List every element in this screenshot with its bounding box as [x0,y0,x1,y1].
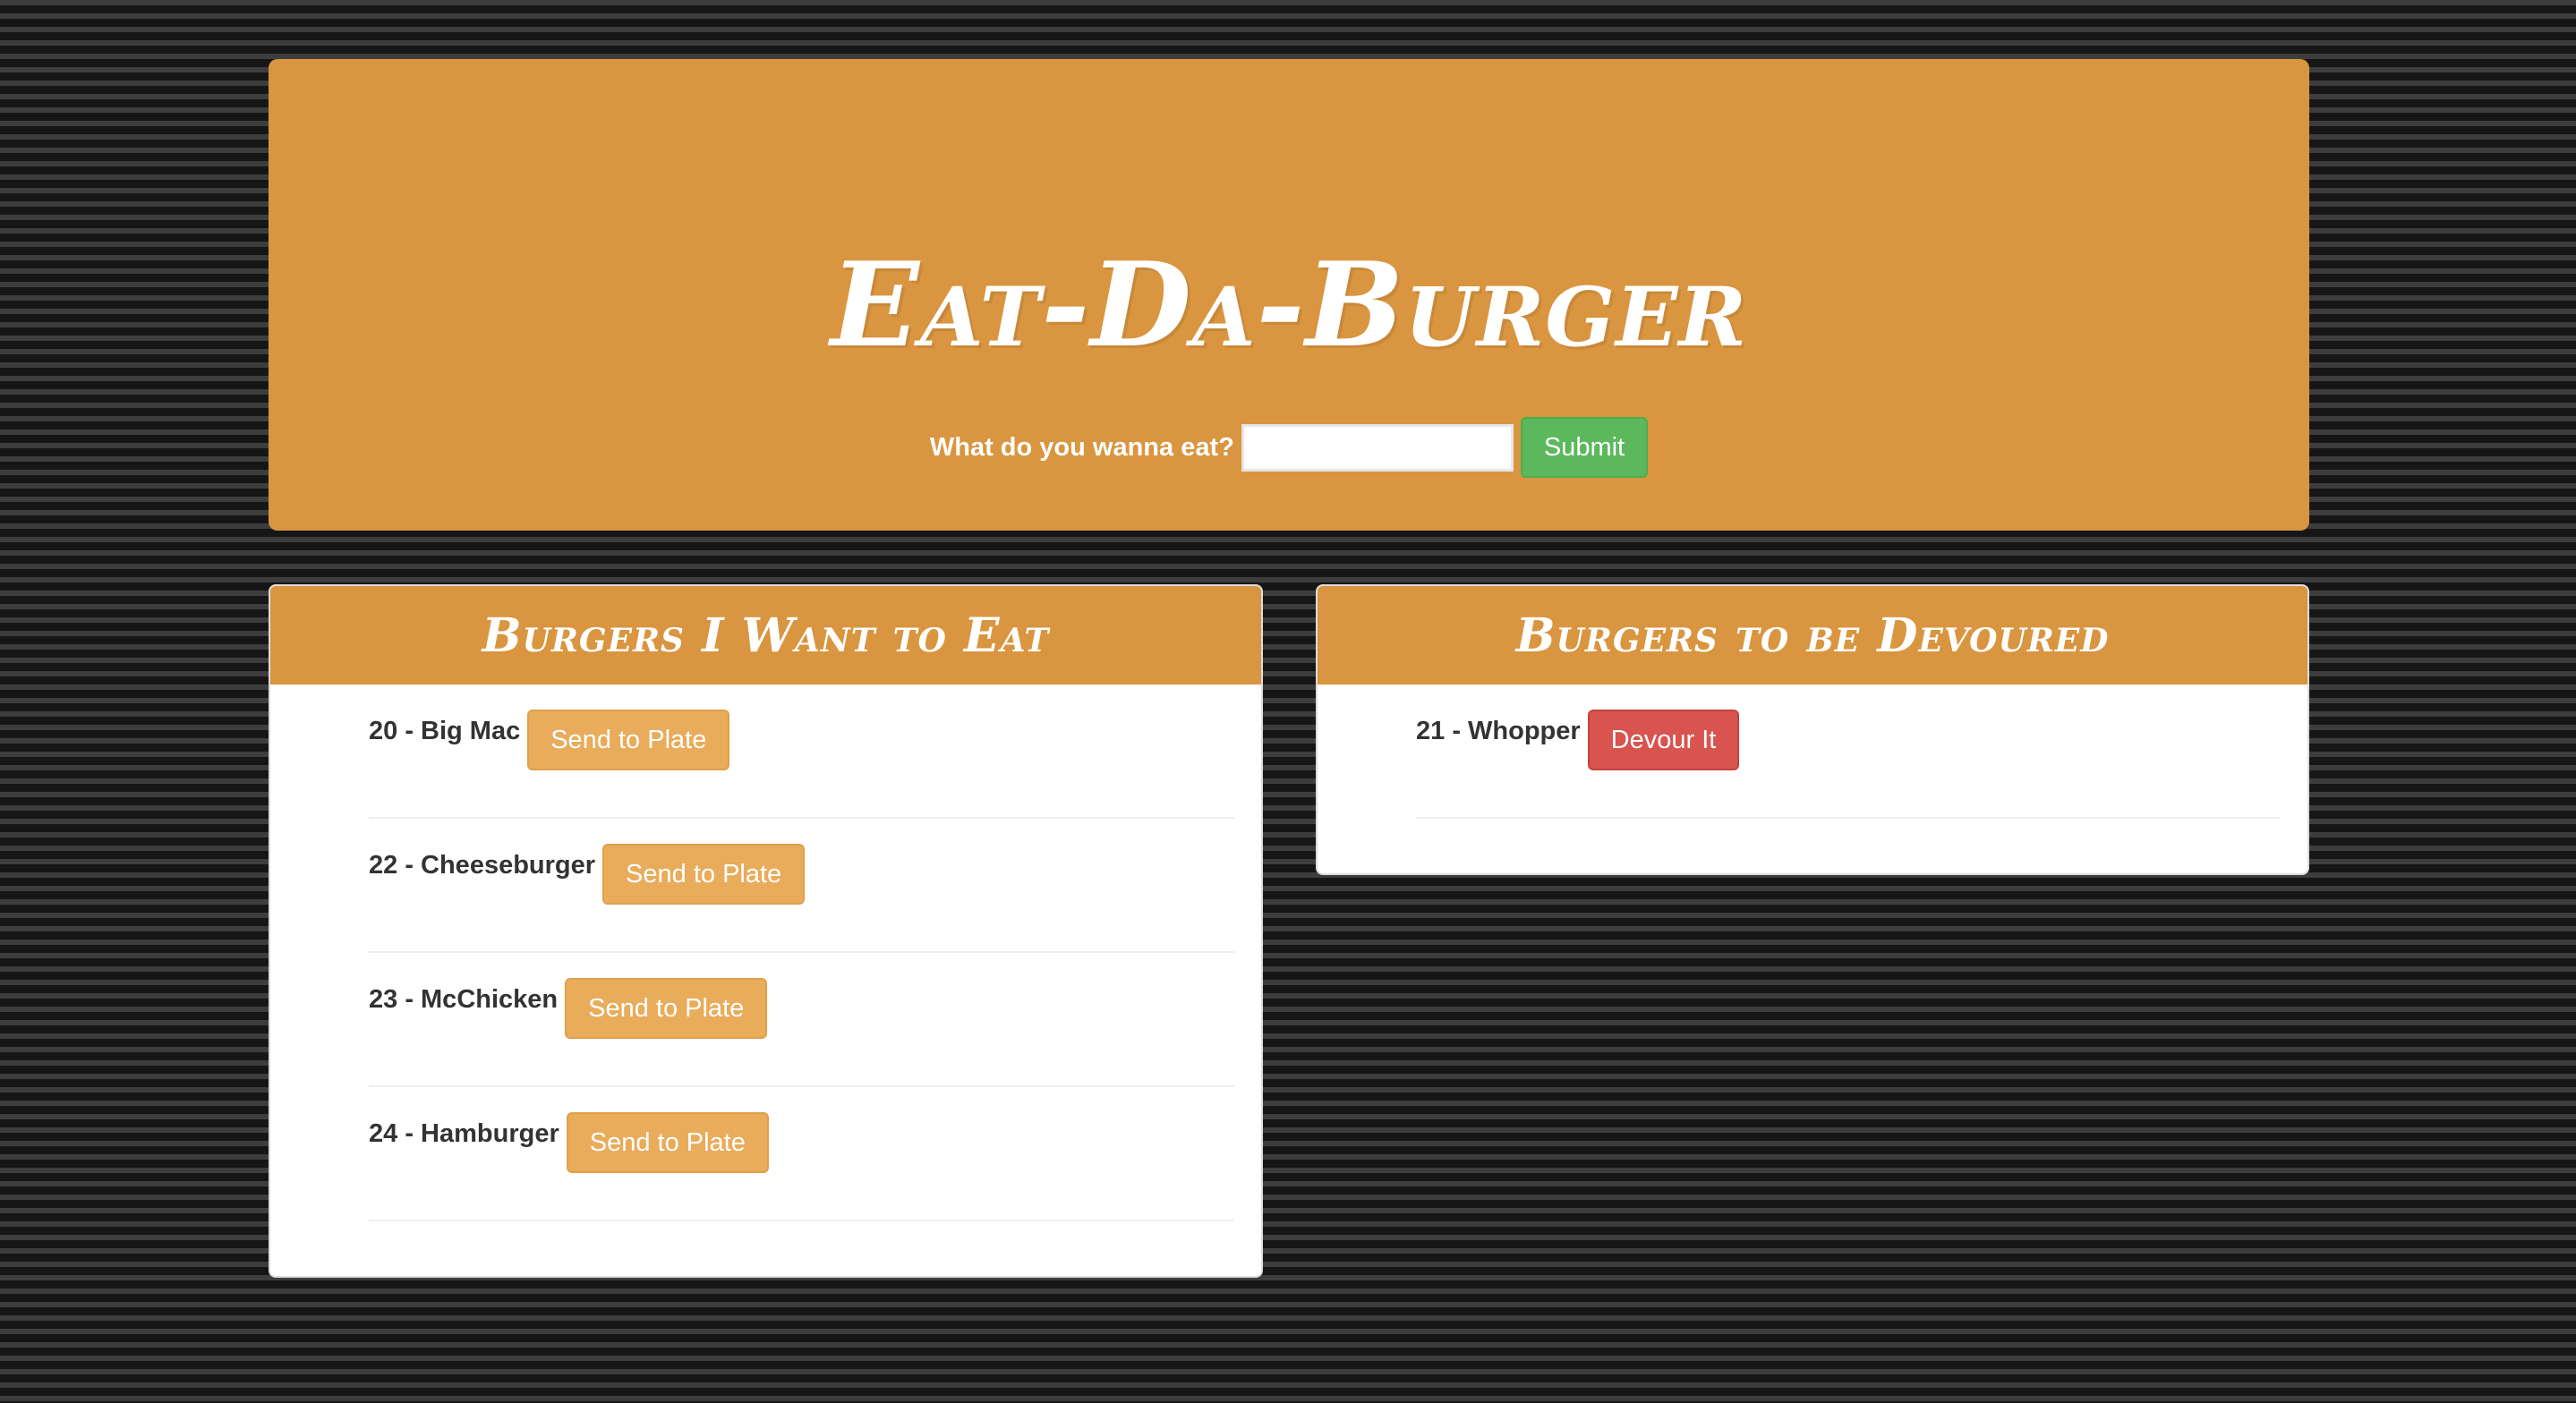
header-jumbotron: Eat-Da-Burger What do you wanna eat? Sub… [269,59,2309,531]
burger-name: 22 - Cheeseburger [369,851,596,880]
burger-name: 20 - Big Mac [369,717,521,745]
burger-list-item: 20 - Big Mac Send to Plate [369,684,1234,819]
send-to-plate-button[interactable]: Send to Plate [602,844,806,905]
submit-button[interactable]: Submit [1520,417,1649,478]
burger-name: 24 - Hamburger [369,1119,559,1148]
burger-name: 23 - McChicken [369,985,559,1014]
send-to-plate-button[interactable]: Send to Plate [527,710,730,770]
burger-list-item: 23 - McChicken Send to Plate [369,953,1234,1087]
burgers-devoured-heading: Burgers to be Devoured [1318,586,2307,684]
site-title: Eat-Da-Burger [830,236,1748,373]
burgers-to-eat-list: 20 - Big Mac Send to Plate 22 - Cheesebu… [270,684,1261,1221]
burger-input-label: What do you wanna eat? [929,432,1234,462]
burgers-to-eat-panel: Burgers I Want to Eat 20 - Big Mac Send … [269,584,1263,1278]
burgers-devoured-list: 21 - Whopper Devour It [1318,684,2307,819]
burgers-devoured-title: Burgers to be Devoured [1515,608,2110,663]
burgers-devoured-panel: Burgers to be Devoured 21 - Whopper Devo… [1316,584,2309,875]
add-burger-form: What do you wanna eat? Submit [269,417,2309,478]
send-to-plate-button[interactable]: Send to Plate [565,978,768,1039]
burger-name: 21 - Whopper [1416,717,1581,745]
burger-list-item: 22 - Cheeseburger Send to Plate [369,819,1234,953]
burger-name-input[interactable] [1241,423,1514,472]
send-to-plate-button[interactable]: Send to Plate [566,1112,769,1173]
burger-list-item: 21 - Whopper Devour It [1416,684,2281,819]
devour-it-button[interactable]: Devour It [1587,710,1740,770]
burger-list-item: 24 - Hamburger Send to Plate [369,1087,1234,1221]
burgers-to-eat-heading: Burgers I Want to Eat [270,586,1261,684]
burgers-to-eat-title: Burgers I Want to Eat [482,608,1050,663]
